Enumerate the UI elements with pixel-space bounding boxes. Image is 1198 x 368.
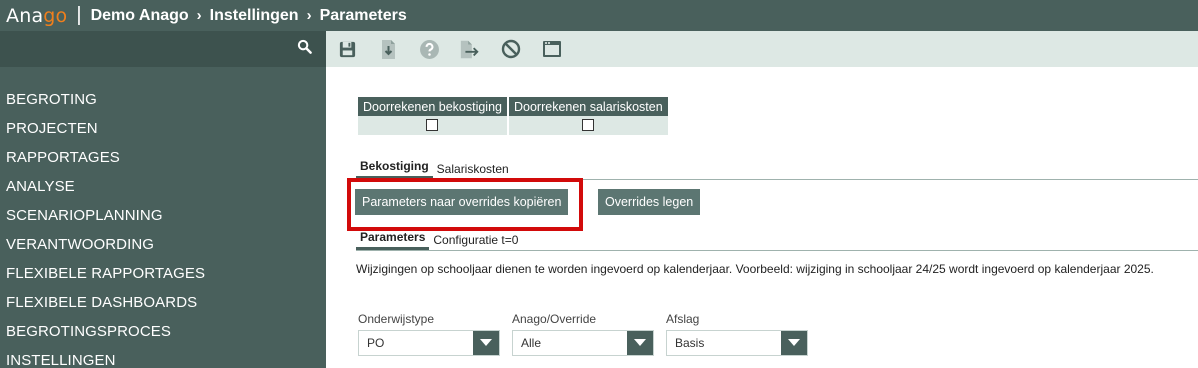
chevron-down-icon[interactable] — [781, 331, 807, 355]
recalc-header-salariskosten: Doorrekenen salariskosten — [507, 97, 670, 116]
anago-override-select[interactable]: Alle — [512, 330, 654, 356]
onderwijstype-select[interactable]: PO — [358, 330, 500, 356]
app-logo[interactable]: Anago — [0, 5, 67, 27]
sidebar-item-verantwoording[interactable]: VERANTWOORDING — [0, 230, 326, 259]
help-icon[interactable] — [418, 38, 440, 60]
breadcrumb-chevron-icon: › — [196, 7, 202, 24]
save-icon[interactable] — [336, 38, 358, 60]
sidebar-item-rapportages[interactable]: RAPPORTAGES — [0, 143, 326, 172]
onderwijstype-value: PO — [367, 336, 385, 350]
afslag-value: Basis — [675, 336, 705, 350]
sidebar-item-begrotingsproces[interactable]: BEGROTINGSPROCES — [0, 317, 326, 346]
recalc-bekostiging-checkbox[interactable] — [426, 119, 439, 132]
sidebar-item-flexibele-rapportages[interactable]: FLEXIBELE RAPPORTAGES — [0, 259, 326, 288]
main-content: Doorrekenen bekostiging Doorrekenen sala… — [326, 67, 1198, 368]
search-icon[interactable] — [297, 39, 312, 59]
onderwijstype-label: Onderwijstype — [358, 312, 435, 326]
breadcrumb-item-2: Parameters — [319, 6, 407, 24]
chevron-down-icon[interactable] — [627, 331, 653, 355]
recalc-cell-bekostiging — [358, 116, 509, 135]
download-icon[interactable] — [377, 38, 399, 60]
toolbar — [326, 31, 1198, 67]
tab-parameters[interactable]: Parameters — [356, 230, 430, 250]
sidebar: BEGROTING PROJECTEN RAPPORTAGES ANALYSE … — [0, 31, 326, 368]
recalc-salariskosten-checkbox[interactable] — [582, 119, 595, 132]
export-icon[interactable] — [459, 38, 481, 60]
recalc-table: Doorrekenen bekostiging Doorrekenen sala… — [358, 97, 670, 135]
logo-accent-text: go — [43, 4, 68, 27]
sidebar-item-flexibele-dashboards[interactable]: FLEXIBELE DASHBOARDS — [0, 288, 326, 317]
sidebar-menu: BEGROTING PROJECTEN RAPPORTAGES ANALYSE … — [0, 67, 326, 368]
top-bar: Anago | Demo Anago › Instellingen › Para… — [0, 0, 1198, 31]
anago-override-label: Anago/Override — [512, 312, 597, 326]
recalc-cell-salariskosten — [507, 116, 670, 135]
breadcrumb-chevron-icon: › — [306, 7, 312, 24]
afslag-label: Afslag — [666, 312, 700, 326]
anago-override-value: Alle — [521, 336, 542, 350]
clear-overrides-button[interactable]: Overrides legen — [598, 189, 701, 215]
sidebar-item-begroting[interactable]: BEGROTING — [0, 85, 326, 114]
breadcrumb: Demo Anago › Instellingen › Parameters — [91, 7, 407, 25]
main-tabs: Bekostiging Salariskosten — [356, 159, 1198, 180]
breadcrumb-item-1[interactable]: Instellingen — [210, 7, 299, 25]
window-icon[interactable] — [541, 38, 563, 60]
tab-configuratie[interactable]: Configuratie t=0 — [429, 233, 522, 250]
info-text: Wijzigingen op schooljaar dienen te word… — [356, 262, 1154, 276]
sidebar-item-instellingen[interactable]: INSTELLINGEN — [0, 346, 326, 368]
logo-text: Ana — [6, 4, 44, 27]
breadcrumb-item-0[interactable]: Demo Anago — [91, 7, 189, 25]
logo-separator: | — [76, 4, 82, 26]
afslag-select[interactable]: Basis — [666, 330, 808, 356]
copy-parameters-button[interactable]: Parameters naar overrides kopiëren — [355, 189, 569, 215]
sub-tabs: Parameters Configuratie t=0 — [356, 230, 1198, 251]
chevron-down-icon[interactable] — [473, 331, 499, 355]
sidebar-search-row — [0, 31, 326, 67]
tab-bekostiging[interactable]: Bekostiging — [356, 159, 433, 179]
sidebar-item-analyse[interactable]: ANALYSE — [0, 172, 326, 201]
sidebar-item-scenarioplanning[interactable]: SCENARIOPLANNING — [0, 201, 326, 230]
recalc-header-bekostiging: Doorrekenen bekostiging — [358, 97, 509, 116]
tab-salariskosten[interactable]: Salariskosten — [433, 162, 513, 179]
sidebar-item-projecten[interactable]: PROJECTEN — [0, 114, 326, 143]
cancel-icon[interactable] — [500, 38, 522, 60]
